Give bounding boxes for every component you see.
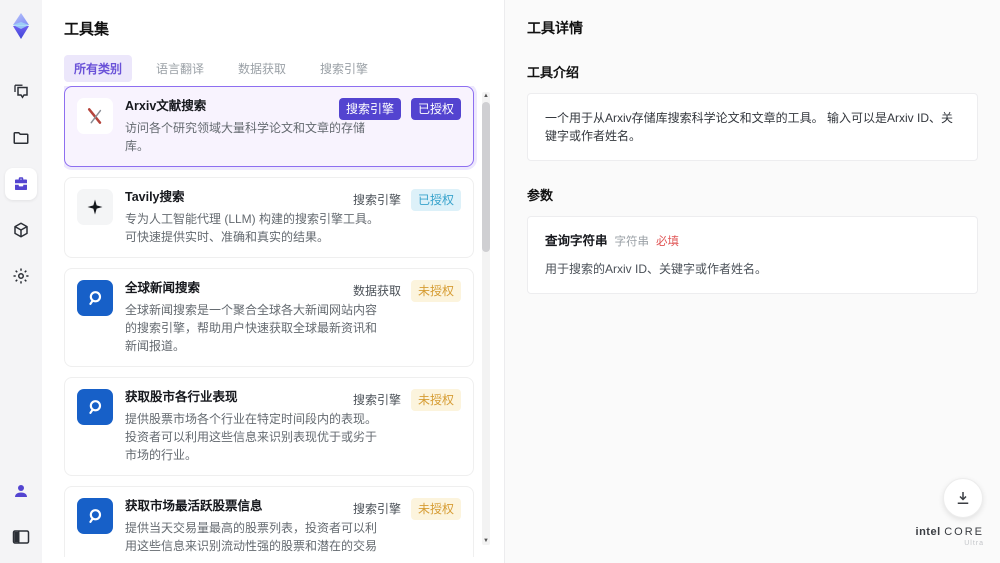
intro-box: 一个用于从Arxiv存储库搜索科学论文和文章的工具。 输入可以是Arxiv ID… [527,93,978,161]
param-required-flag: 必填 [656,236,680,248]
tab-all[interactable]: 所有类别 [64,55,133,82]
tool-card[interactable]: Arxiv文献搜索 访问各个研究领域大量科学论文和文章的存储库。 搜索引擎 已授… [64,86,474,167]
category-tabs: 所有类别 语言翻译 数据获取 搜索引擎 [64,55,504,82]
params-heading: 参数 [527,188,554,203]
scroll-thumb[interactable] [482,102,490,252]
category-badge: 数据获取 [352,284,401,298]
auth-status-badge: 未授权 [410,389,461,411]
scroll-up-icon[interactable]: ▲ [482,92,490,100]
auth-status-badge: 未授权 [410,498,461,520]
list-scrollbar[interactable]: ▲ ▼ [482,92,490,545]
category-badge: 搜索引擎 [352,502,401,516]
intro-heading: 工具介绍 [527,65,580,80]
auth-status-badge: 已授权 [410,189,461,211]
tool-description: 提供股票市场各个行业在特定时间段内的表现。投资者可以利用这些信息来识别表现优于或… [125,412,378,462]
tool-card[interactable]: Tavily搜索 专为人工智能代理 (LLM) 构建的搜索引擎工具。可快速提供实… [64,177,474,258]
package-icon[interactable] [5,214,37,246]
tool-description: 专为人工智能代理 (LLM) 构建的搜索引擎工具。可快速提供实时、准确和真实的结… [125,212,380,244]
tab-translation[interactable]: 语言翻译 [146,55,214,82]
category-badge: 搜索引擎 [338,98,401,120]
app-sidebar [0,0,42,563]
chat-icon[interactable] [5,76,37,108]
detail-title: 工具详情 [527,20,583,36]
tab-data-fetch[interactable]: 数据获取 [228,55,296,82]
tool-detail-panel: 工具详情 工具介绍 一个用于从Arxiv存储库搜索科学论文和文章的工具。 输入可… [504,0,1000,563]
user-avatar-icon[interactable] [5,475,37,507]
news-search-icon [77,498,113,534]
tool-description: 访问各个研究领域大量科学论文和文章的存储库。 [125,121,366,153]
news-search-icon [77,280,113,316]
toolbox-icon[interactable] [5,168,37,200]
param-name: 查询字符串 [545,234,608,248]
tool-list-panel: 工具集 所有类别 语言翻译 数据获取 搜索引擎 Arxiv文献搜索 访问各个研究领域大… [42,0,504,563]
auth-status-badge: 未授权 [410,280,461,302]
tool-description: 提供当天交易量最高的股票列表，投资者可以利用这些信息来识别流动性强的股票和潜在的… [125,521,378,553]
tool-card[interactable]: 获取市场最活跃股票信息 提供当天交易量最高的股票列表，投资者可以利用这些信息来识… [64,486,474,557]
intel-core-logo: intel core Ultra [915,526,984,548]
category-badge: 搜索引擎 [352,193,401,207]
tool-card[interactable]: 获取股市各行业表现 提供股票市场各个行业在特定时间段内的表现。投资者可以利用这些… [64,377,474,476]
page-title: 工具集 [64,21,110,38]
sparkle-icon [77,189,113,225]
auth-status-badge: 已授权 [410,98,461,120]
settings-gear-icon[interactable] [5,260,37,292]
download-icon [957,492,969,504]
tool-card[interactable]: 全球新闻搜索 全球新闻搜索是一个聚合全球各大新闻网站内容的搜索引擎，帮助用户快速… [64,268,474,367]
category-badge: 搜索引擎 [352,393,401,407]
tool-description: 全球新闻搜索是一个聚合全球各大新闻网站内容的搜索引擎，帮助用户快速获取全球最新资… [125,303,378,353]
folder-icon[interactable] [5,122,37,154]
tab-search-engine[interactable]: 搜索引擎 [310,55,378,82]
tool-list: Arxiv文献搜索 访问各个研究领域大量科学论文和文章的存储库。 搜索引擎 已授… [64,86,490,557]
arxiv-logo-icon [77,98,113,134]
collapse-panel-icon[interactable] [5,521,37,553]
param-box: 查询字符串 字符串 必填 用于搜索的Arxiv ID、关键字或作者姓名。 [527,216,978,294]
download-button[interactable] [943,478,983,518]
news-search-icon [77,389,113,425]
scroll-down-icon[interactable]: ▼ [482,537,490,545]
app-logo-icon [7,12,35,40]
param-type: 字符串 [614,236,650,248]
param-description: 用于搜索的Arxiv ID、关键字或作者姓名。 [545,262,768,276]
intro-text: 一个用于从Arxiv存储库搜索科学论文和文章的工具。 输入可以是Arxiv ID… [545,111,954,143]
